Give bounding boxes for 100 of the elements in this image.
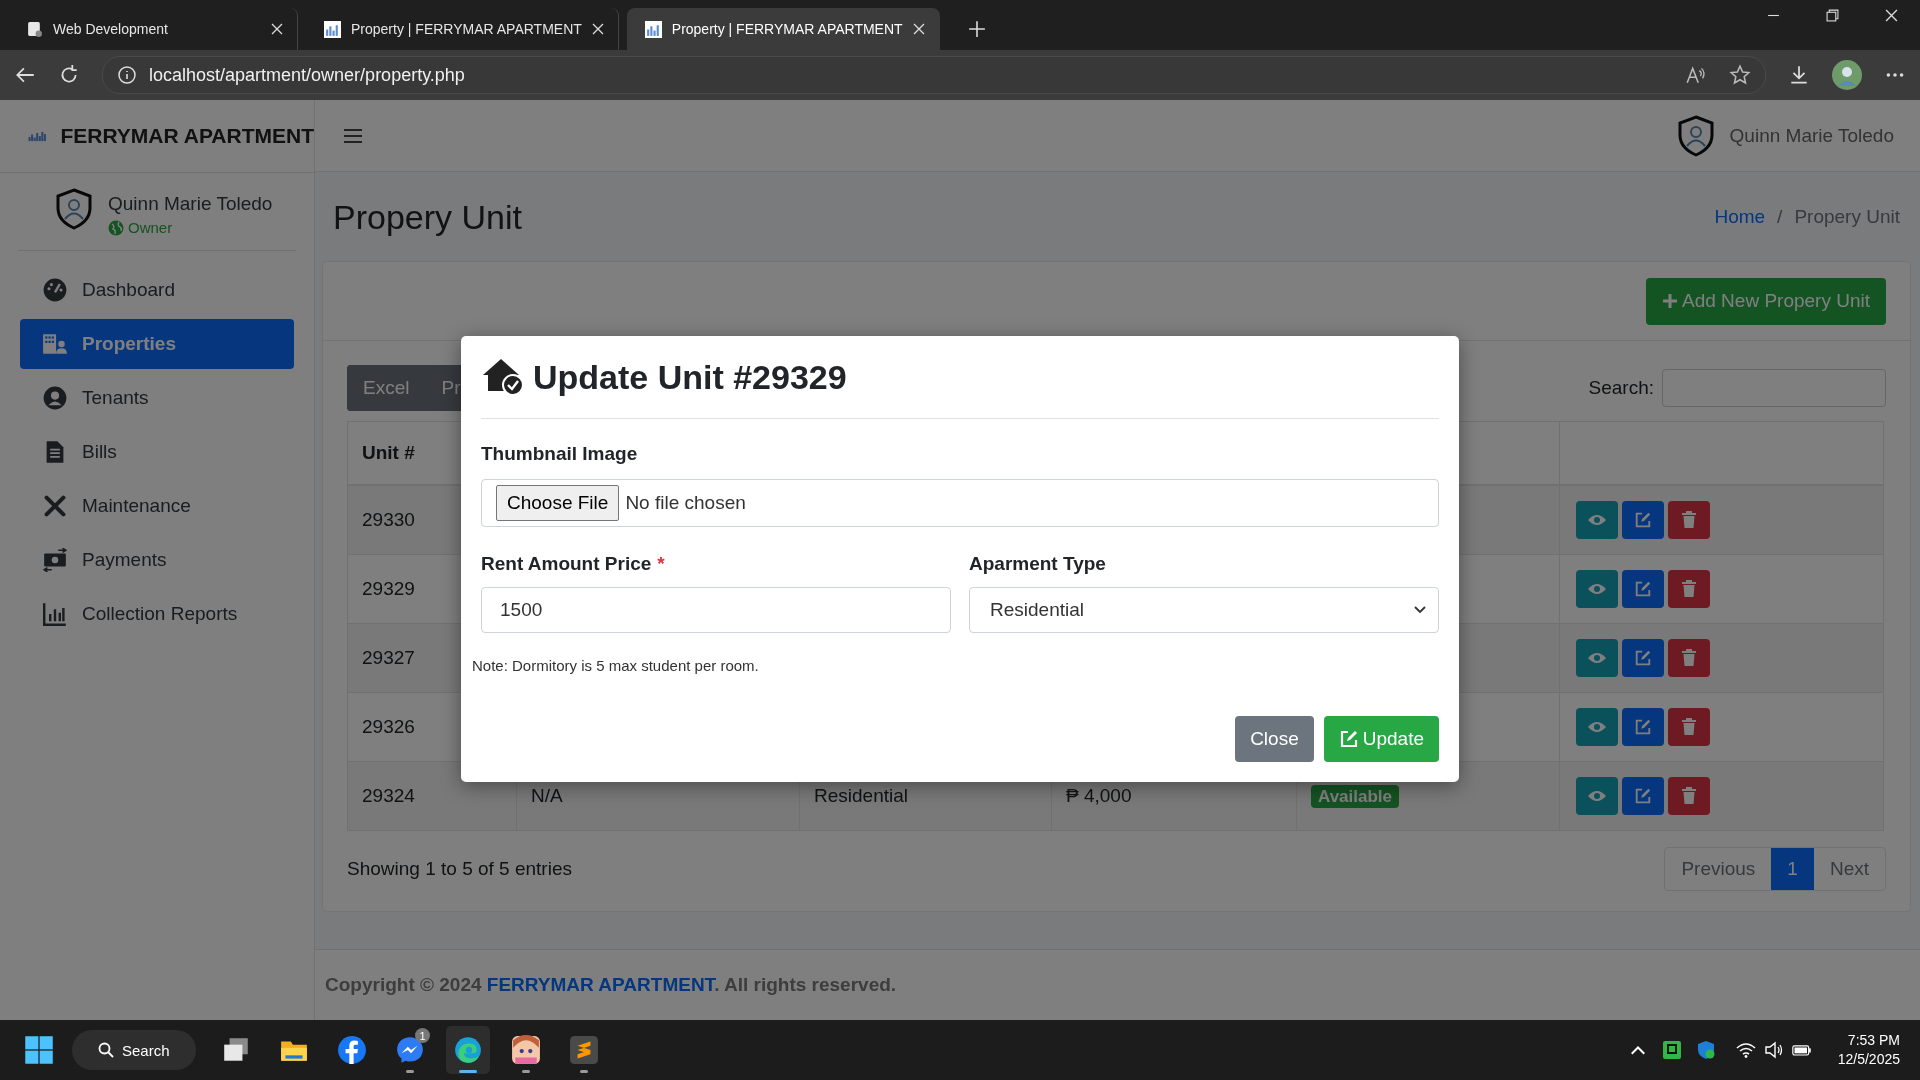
edit-button[interactable] xyxy=(1622,501,1664,539)
edit-button[interactable] xyxy=(1622,570,1664,608)
file-status: No file chosen xyxy=(625,492,746,514)
note-text: Note: Dormitory is 5 max student per room. xyxy=(472,657,760,674)
wifi-icon[interactable] xyxy=(1735,1040,1756,1060)
table-cell: Residential xyxy=(814,785,908,806)
user-shield-icon xyxy=(54,187,94,231)
star-icon[interactable] xyxy=(1729,64,1751,86)
globe-icon xyxy=(108,219,124,236)
building-user-icon xyxy=(42,332,68,356)
new-tab-icon[interactable] xyxy=(967,20,986,38)
edit-button[interactable] xyxy=(1622,777,1664,815)
delete-button[interactable] xyxy=(1668,777,1710,815)
edit-icon xyxy=(1633,649,1653,667)
speaker-icon[interactable] xyxy=(1763,1040,1784,1060)
page-link[interactable]: 1 xyxy=(1771,848,1814,890)
field-label: Rent Amount Price xyxy=(481,553,652,575)
plus-icon xyxy=(1662,293,1679,309)
search-icon xyxy=(98,1042,114,1058)
table-cell: 29330 xyxy=(362,509,415,530)
column-header[interactable]: Unit # xyxy=(362,442,415,463)
wave-logo-icon xyxy=(453,1035,483,1065)
notification-badge: 1 xyxy=(415,1028,430,1043)
chevron-down-icon xyxy=(1414,606,1426,614)
delete-button[interactable] xyxy=(1668,501,1710,539)
sidebar-item[interactable]: Bills xyxy=(20,427,294,477)
clock-time[interactable]: 7:53 PM xyxy=(1847,1031,1900,1050)
trash-icon xyxy=(1679,580,1699,598)
edit-icon xyxy=(1338,729,1359,749)
delete-button[interactable] xyxy=(1668,639,1710,677)
entries-info: Showing 1 to 5 of 5 entries xyxy=(347,858,572,880)
bar-chart-icon xyxy=(324,20,341,38)
sidebar-item[interactable]: Tenants xyxy=(20,373,294,423)
user-circle-icon xyxy=(42,386,68,410)
money-exchange-icon xyxy=(42,548,68,572)
taskbar-search[interactable]: Search xyxy=(72,1030,196,1070)
delete-button[interactable] xyxy=(1668,708,1710,746)
brand-name[interactable]: FERRYMAR APARTMENT xyxy=(60,124,314,148)
add-unit-button[interactable]: Add New Propery Unit xyxy=(1646,277,1886,325)
edit-icon xyxy=(1633,580,1653,598)
brand-link[interactable]: FERRYMAR APARTMENT xyxy=(486,974,715,995)
running-indicator xyxy=(459,1070,477,1073)
user-role: Owner xyxy=(128,219,173,236)
monitor-icon[interactable] xyxy=(1661,1040,1682,1060)
table-cell: 29324 xyxy=(362,785,415,806)
table-cell: N/A xyxy=(531,785,563,806)
apartment-type-select[interactable]: Residential xyxy=(969,587,1439,633)
update-button[interactable]: Update xyxy=(1323,716,1439,762)
search-field[interactable] xyxy=(1662,369,1886,407)
rent-amount-field[interactable]: 1500 xyxy=(481,587,951,633)
copyright-text: Copyright © 2024 FERRYMAR APARTMENT. All rights reserved. xyxy=(325,974,897,996)
previous-page-link[interactable]: Previous xyxy=(1665,848,1772,890)
trash-icon xyxy=(1679,649,1699,667)
close-icon[interactable] xyxy=(1885,9,1898,22)
read-aloud-icon[interactable] xyxy=(1685,64,1707,86)
close-icon[interactable] xyxy=(271,23,283,35)
start-icon[interactable] xyxy=(24,1035,54,1065)
trash-icon xyxy=(1679,718,1699,736)
search-label: Search: xyxy=(1588,377,1654,399)
delete-button[interactable] xyxy=(1668,570,1710,608)
sidebar-item[interactable]: Payments xyxy=(20,535,294,585)
shield-check-icon[interactable] xyxy=(1695,1040,1716,1060)
edit-button[interactable] xyxy=(1622,639,1664,677)
dialog-title: Update Unit #29329 xyxy=(533,357,847,397)
menu-icon[interactable] xyxy=(343,127,363,144)
download-icon[interactable] xyxy=(1788,64,1810,86)
field-label: Thumbnail Image xyxy=(481,443,639,465)
user-name[interactable]: Quinn Marie Toledo xyxy=(1729,124,1894,147)
close-icon[interactable] xyxy=(591,23,604,35)
taskbar-app[interactable]: 1 xyxy=(388,1026,432,1074)
breadcrumb-current: Propery Unit xyxy=(1794,206,1900,228)
sidebar-item[interactable]: Collection Reports xyxy=(20,589,294,639)
user-name[interactable]: Quinn Marie Toledo xyxy=(108,193,273,215)
f-logo-icon xyxy=(337,1035,367,1065)
sidebar-item[interactable]: Dashboard xyxy=(20,265,294,315)
table-cell: 29327 xyxy=(362,647,415,668)
restore-icon[interactable] xyxy=(1826,9,1839,22)
trash-icon xyxy=(1679,511,1699,529)
running-indicator xyxy=(406,1070,414,1073)
edit-icon xyxy=(1633,511,1653,529)
avatar-icon[interactable] xyxy=(1832,60,1862,90)
taskbar-app[interactable] xyxy=(446,1026,490,1074)
next-page-link[interactable]: Next xyxy=(1813,848,1885,890)
browser-tab[interactable]: Property | FERRYMAR APARTMENT xyxy=(626,8,940,50)
edit-button[interactable] xyxy=(1622,708,1664,746)
breadcrumb-link[interactable]: Home xyxy=(1714,206,1766,228)
edit-icon xyxy=(1633,787,1653,805)
info-icon xyxy=(117,65,137,85)
sidebar-item[interactable]: Maintenance xyxy=(20,481,294,531)
bar-chart-icon xyxy=(42,602,68,626)
close-icon[interactable] xyxy=(912,23,925,35)
choose-file-button[interactable]: Choose File xyxy=(496,485,620,521)
close-button[interactable]: Close xyxy=(1235,716,1314,762)
field-label: Aparment Type xyxy=(969,553,1107,575)
file-input-field[interactable]: Choose File No file chosen xyxy=(481,479,1439,527)
address-field[interactable]: localhost/apartment/owner/property.php xyxy=(102,56,1766,94)
table-cell: ₱ 4,000 xyxy=(1066,785,1132,806)
clock-date[interactable]: 12/5/2025 xyxy=(1837,1050,1900,1069)
sidebar-item[interactable]: Properties xyxy=(20,319,294,369)
required-asterisk: * xyxy=(657,553,665,575)
